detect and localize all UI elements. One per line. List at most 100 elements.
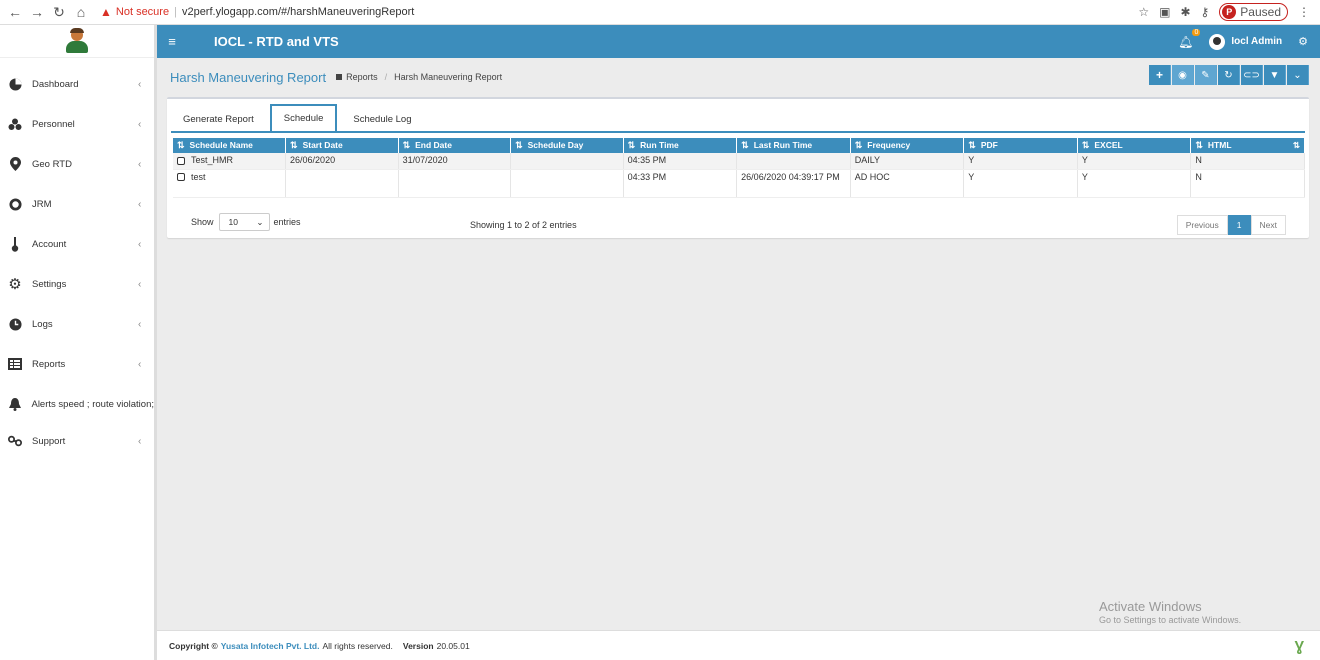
table-row[interactable]: test 04:33 PM 26/06/2020 04:39:17 PM AD … [173,169,1305,198]
key-icon[interactable]: ⚷ [1201,5,1210,19]
edit-icon[interactable]: ✎ [1195,65,1217,85]
sidebar-item-support[interactable]: Support ‹ [0,424,154,458]
cell-pdf: Y [963,169,1078,198]
menu-toggle-icon[interactable]: ≡ [157,34,187,49]
tab-bar: Generate Report Schedule Schedule Log [171,104,1309,131]
rights-text: All rights reserved. [322,640,393,651]
show-label: Show [191,217,214,227]
settings-cogs-icon[interactable]: ⚙ [1298,35,1308,48]
page-footer: Copyright © Yusata Infotech Pvt. Ltd. Al… [157,630,1320,660]
cell-last-run-time: 26/06/2020 04:39:17 PM [736,169,851,198]
user-menu[interactable]: Iocl Admin [1209,33,1283,50]
next-button[interactable]: Next [1250,215,1286,235]
life-ring-icon [8,197,22,211]
column-header[interactable]: ⇅ Run Time [623,138,738,153]
breadcrumb-separator: / [384,72,388,82]
column-header[interactable]: ⇅ EXCEL [1077,138,1192,153]
sort-icon: ⇅ [854,140,863,150]
brand-logo-icon: Ɣ [1294,638,1304,655]
kebab-menu-icon[interactable]: ⋮ [1298,5,1310,19]
profile-status: Paused [1240,5,1281,19]
reload-icon[interactable]: ↻ [50,4,68,21]
cell-end-date: 31/07/2020 [398,153,512,170]
column-header[interactable]: ⇅ HTML ⇅ [1190,138,1305,153]
table-info: Showing 1 to 2 of 2 entries [470,220,577,230]
sidebar-item-jrm[interactable]: JRM ‹ [0,184,154,224]
row-checkbox[interactable] [177,173,185,182]
sidebar-item-label: Geo RTD [32,158,72,170]
star-icon[interactable]: ☆ [1138,5,1149,19]
chevron-left-icon: ‹ [138,238,142,250]
sort-icon: ⇅ [627,140,636,150]
home-icon[interactable]: ⌂ [72,4,90,20]
breadcrumb-icon [336,74,343,80]
column-header[interactable]: ⇅ Schedule Name [173,138,287,153]
sidebar-item-label: Personnel [32,118,75,130]
cell-excel: Y [1077,169,1192,198]
page-title: Harsh Maneuvering Report [170,69,327,85]
column-header[interactable]: ⇅ Frequency [850,138,965,153]
page-button-current[interactable]: 1 [1227,215,1251,235]
column-header[interactable]: ⇅ PDF [963,138,1078,153]
tab-generate-report[interactable]: Generate Report [171,107,266,131]
profile-button[interactable]: P Paused [1219,3,1288,21]
logo[interactable] [0,25,154,58]
toggle-icon[interactable]: ⊂⊃ [1241,65,1263,85]
address-bar[interactable]: v2perf.ylogapp.com/#/harshManeuveringRep… [182,6,414,18]
sidebar-item-personnel[interactable]: Personnel ‹ [0,104,154,144]
warning-icon: ▲ [100,5,112,19]
cell-run-time: 04:33 PM [623,169,738,198]
previous-button[interactable]: Previous [1176,215,1228,235]
table-header-row: ⇅ Schedule Name ⇅ Start Date ⇅ End Date ⇅ Sc… [173,138,1305,153]
add-icon[interactable]: + [1149,65,1171,85]
not-secure-label[interactable]: Not secure [116,6,169,18]
puzzle-icon[interactable]: ✱ [1180,5,1190,19]
extension-icon[interactable]: ▣ [1159,5,1170,19]
profile-avatar: P [1222,5,1237,19]
chevron-left-icon: ‹ [138,198,142,210]
watermark-title: Activate Windows [1099,599,1202,614]
back-icon[interactable]: ← [6,4,24,20]
sidebar-item-geo-rtd[interactable]: Geo RTD ‹ [0,144,154,184]
cell-run-time: 04:35 PM [623,153,738,170]
cell-schedule-name: Test_HMR [173,153,287,170]
column-header[interactable]: ⇅ Last Run Time [736,138,851,153]
cell-last-run-time [736,153,851,170]
sidebar-item-label: Logs [32,318,53,330]
sort-icon: ⇅ [968,140,976,150]
filter-icon[interactable]: ▼ [1264,65,1286,85]
company-link[interactable]: Yusata Infotech Pvt. Ltd. [221,641,320,651]
sort-icon: ⇅ [290,140,298,150]
sidebar-item-account[interactable]: Account ‹ [0,224,154,264]
sidebar-item-settings[interactable]: ⚙ Settings ‹ [0,264,154,304]
sort-icon: ⇅ [741,140,749,150]
pagination: Previous 1 Next [1176,215,1286,235]
column-header[interactable]: ⇅ End Date [398,138,512,153]
refresh-icon[interactable]: ↻ [1218,65,1240,85]
sidebar-item-reports[interactable]: Reports ‹ [0,344,154,384]
cell-start-date: 26/06/2020 [285,153,399,170]
notification-bell-icon[interactable]: 🔔︎ 0 [1178,28,1201,49]
activate-windows-watermark: Activate Windows Go to Settings to activ… [1099,599,1241,625]
forward-icon[interactable]: → [28,4,46,20]
row-checkbox[interactable] [177,156,185,165]
sidebar-item-logs[interactable]: Logs ‹ [0,304,154,344]
column-header[interactable]: ⇅ Schedule Day [510,138,624,153]
cell-start-date [285,169,399,198]
table-row[interactable]: Test_HMR 26/06/2020 31/07/2020 04:35 PM … [173,153,1305,170]
column-header[interactable]: ⇅ Start Date [285,138,399,153]
view-icon[interactable]: ◉ [1172,65,1194,85]
sidebar-item-alerts[interactable]: Alerts speed ; route violation; [0,384,154,424]
page-size-select[interactable]: 10 ⌄ [218,213,270,231]
chevron-left-icon: ‹ [138,358,142,370]
tab-schedule[interactable]: Schedule [269,104,338,131]
user-name: Iocl Admin [1231,36,1283,47]
breadcrumb-item-reports[interactable]: Reports [346,72,378,82]
tab-schedule-log[interactable]: Schedule Log [341,107,423,131]
sort-icon: ⇅ [402,140,411,150]
tab-underline [171,131,1305,133]
chevron-down-icon[interactable]: ⌄ [1287,65,1309,85]
sidebar-item-dashboard[interactable]: Dashboard ‹ [0,64,154,104]
cell-schedule-day [510,153,624,170]
dashboard-icon [8,77,22,91]
